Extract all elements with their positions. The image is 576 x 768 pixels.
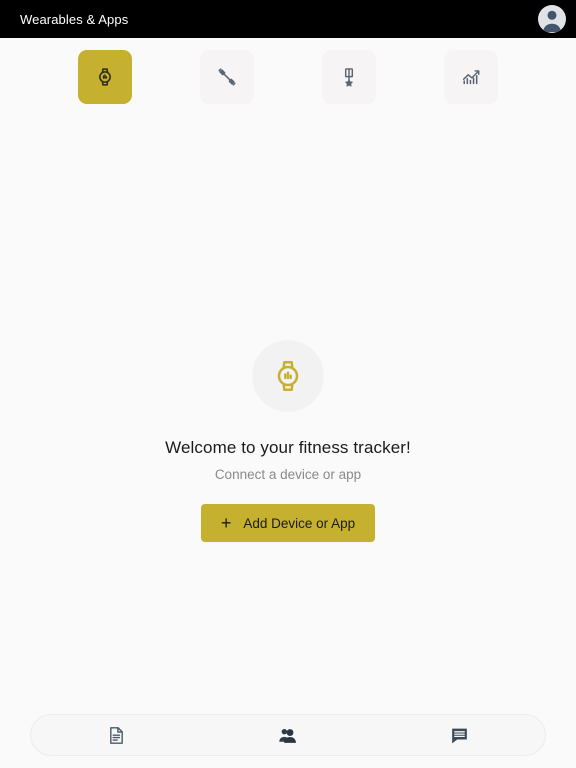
add-device-or-app-label: Add Device or App [243,515,356,531]
document-icon [110,726,124,744]
tab-awards[interactable] [322,50,376,104]
dumbbell-icon [218,68,236,86]
page-title: Wearables & Apps [20,11,129,27]
tab-strip [0,38,576,116]
app-bar: Wearables & Apps [0,0,576,38]
chart-icon [462,70,480,85]
chat-icon [451,728,467,743]
empty-state-icon-circle [252,340,324,412]
people-icon [279,728,297,743]
empty-state-title: Welcome to your fitness tracker! [165,438,411,457]
add-device-or-app-button[interactable]: + Add Device or App [200,504,376,542]
medal-icon [344,68,354,87]
watch-icon [99,68,111,86]
bottom-nav-item-friends[interactable] [202,715,373,755]
bottom-nav-item-feed[interactable] [31,715,202,755]
bottom-nav [30,714,546,756]
empty-state: Welcome to your fitness tracker! Connect… [0,340,576,542]
tab-stats[interactable] [444,50,498,104]
bottom-nav-item-messages[interactable] [374,715,545,755]
watch-icon [277,360,299,392]
tab-devices[interactable] [78,50,132,104]
person-avatar-icon [543,10,561,32]
empty-state-subtitle: Connect a device or app [214,467,362,482]
tab-workouts[interactable] [200,50,254,104]
avatar[interactable] [538,5,566,33]
plus-icon: + [220,513,232,533]
